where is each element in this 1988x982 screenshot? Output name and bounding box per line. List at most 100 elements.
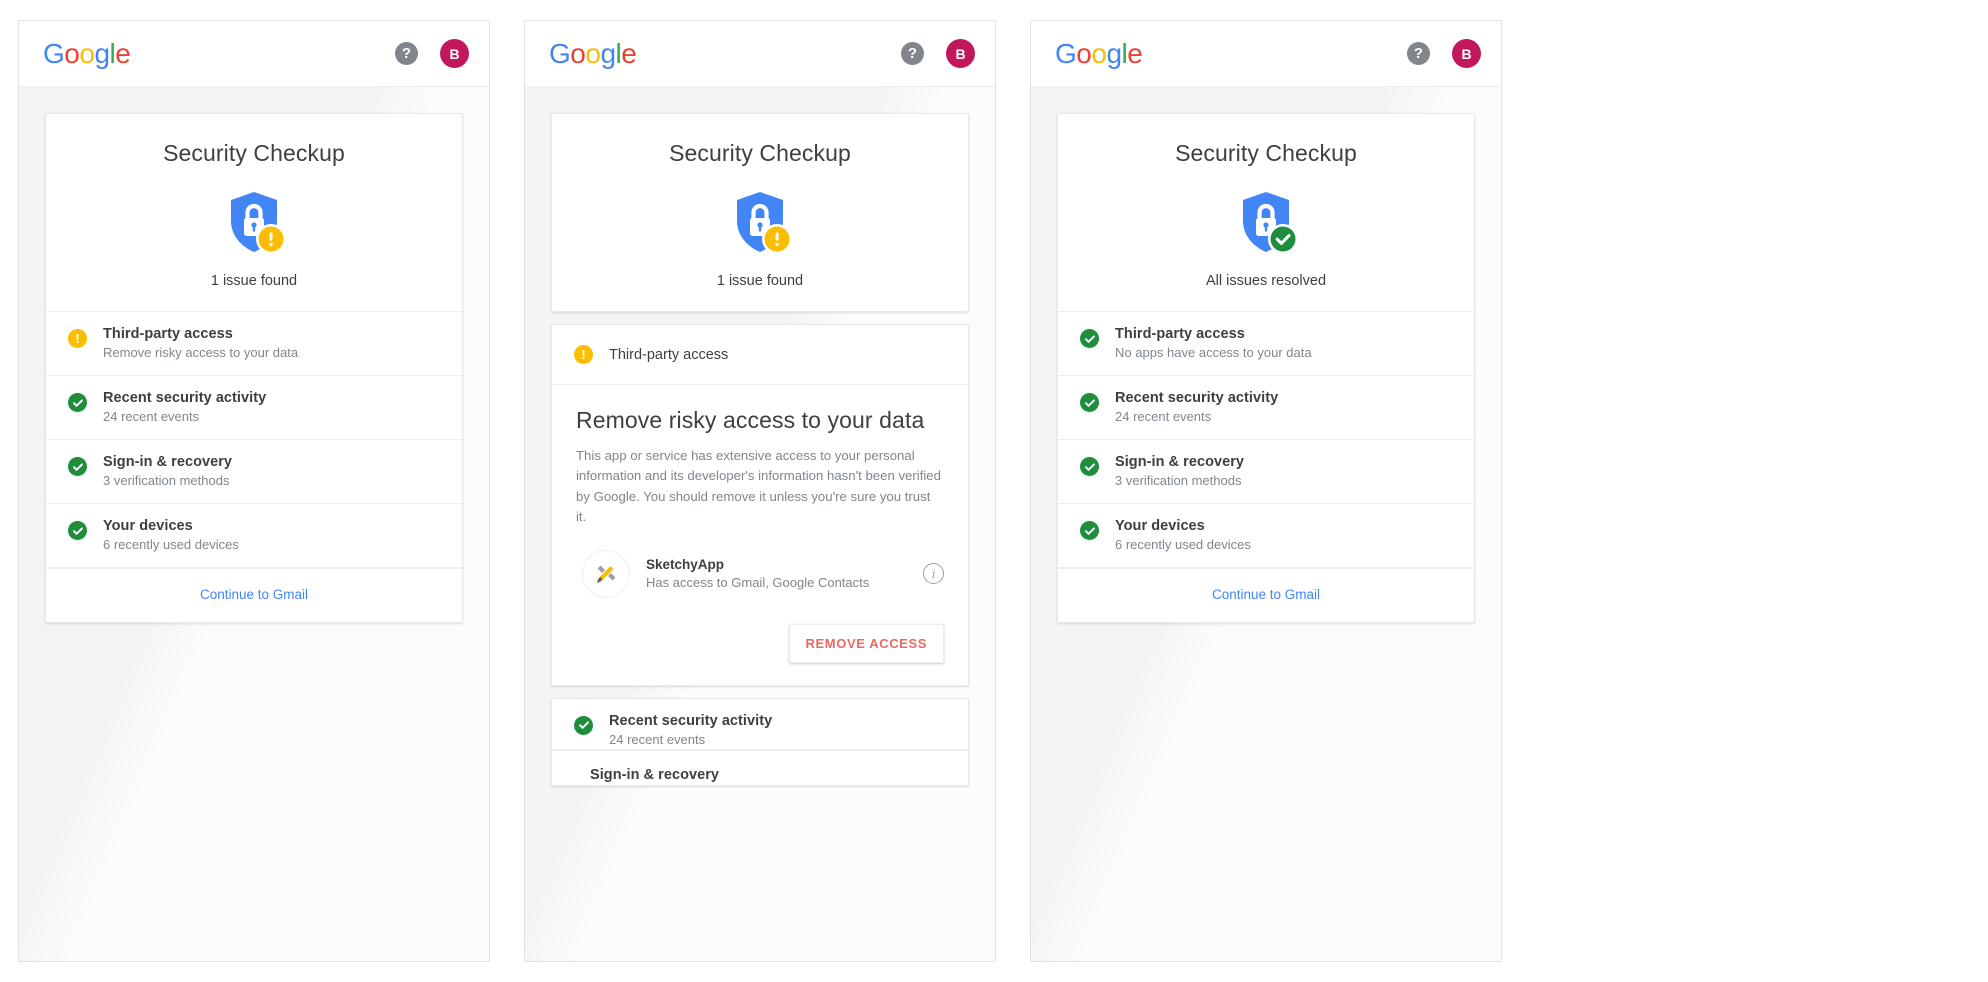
row-text: Sign-in & recovery 3 verification method… (1115, 454, 1244, 488)
row-status (68, 457, 87, 476)
help-icon[interactable]: ? (1407, 42, 1430, 65)
checklist-row-signin-recovery[interactable]: Sign-in & recovery (552, 749, 968, 785)
row-description: 24 recent events (609, 731, 706, 747)
page-title: Security Checkup (163, 140, 345, 166)
shield-success-icon (1229, 185, 1303, 259)
top-bar-actions: ? B (1407, 39, 1481, 68)
top-bar: Google ? B (525, 21, 995, 87)
row-text: Third-party access No apps have access t… (1115, 326, 1312, 360)
logo-letter-e: e (1127, 37, 1143, 69)
app-scope: Has access to Gmail, Google Contacts (646, 575, 870, 591)
remove-access-button[interactable]: REMOVE ACCESS (788, 623, 944, 663)
top-bar: Google ? B (19, 21, 489, 87)
accordion-paragraph: This app or service has extensive access… (576, 448, 941, 525)
continue-to-gmail-link[interactable]: Continue to Gmail (1212, 587, 1320, 602)
row-status: ! (68, 329, 87, 348)
warning-glyph: ! (75, 330, 80, 346)
checklist-row-third-party-access[interactable]: Third-party access No apps have access t… (1058, 312, 1474, 376)
card-footer: Continue to Gmail (1058, 568, 1474, 622)
checklist-row-signin-recovery[interactable]: Sign-in & recovery 3 verification method… (1058, 440, 1474, 504)
checklist-row-recent-security-activity[interactable]: Recent security activity 24 recent event… (552, 698, 968, 750)
row-title: Sign-in & recovery (1115, 454, 1245, 470)
help-icon[interactable]: ? (901, 42, 924, 65)
google-logo: Google (43, 37, 131, 69)
logo-letter-o2: o (1091, 37, 1107, 69)
row-text: Sign-in & recovery 3 verification method… (103, 454, 232, 488)
row-text: Recent security activity 24 recent event… (103, 390, 266, 424)
row-description: 24 recent events (103, 409, 200, 424)
accordion-body: Remove risky access to your data This ap… (552, 385, 968, 685)
top-bar: Google ? B (1031, 21, 1501, 87)
avatar[interactable]: B (946, 39, 975, 68)
row-description: 6 recently used devices (1115, 537, 1251, 552)
check-icon (1080, 393, 1099, 412)
checklist-row-your-devices[interactable]: Your devices 6 recently used devices (1058, 504, 1474, 568)
third-party-access-accordion: ! Third-party access Remove risky access… (551, 324, 969, 686)
row-title: Third-party access (103, 326, 233, 342)
logo-letter-G: G (549, 37, 571, 69)
checklist-row-your-devices[interactable]: Your devices 6 recently used devices (46, 504, 462, 568)
checklist-row-third-party-access[interactable]: ! Third-party access Remove risky access… (46, 312, 462, 376)
hero-section: Security Checkup (46, 114, 462, 312)
row-status (574, 715, 593, 735)
accordion-header[interactable]: ! Third-party access (552, 325, 968, 385)
top-bar-actions: ? B (901, 39, 975, 68)
hero-section: Security Checkup (1058, 114, 1474, 312)
row-description: 3 verification methods (1115, 473, 1242, 488)
app-row[interactable]: SketchyApp Has access to Gmail, Google C… (576, 549, 944, 598)
row-description: No apps have access to your data (1115, 345, 1312, 360)
row-title: Your devices (1115, 518, 1205, 534)
panel-overview-issue: Google ? B Security Checkup 1 issue foun… (18, 20, 490, 962)
row-text: Your devices 6 recently used devices (103, 518, 239, 552)
logo-letter-G: G (43, 37, 65, 69)
logo-letter-o2: o (79, 37, 95, 69)
row-status (1080, 521, 1099, 540)
logo-letter-o1: o (1076, 37, 1092, 69)
hero-card: Security Checkup 1 issue found (551, 113, 969, 312)
logo-letter-o1: o (64, 37, 80, 69)
security-checkup-card: Security Checkup (45, 113, 463, 623)
check-icon (1080, 521, 1099, 540)
accordion-actions: REMOVE ACCESS (576, 623, 944, 663)
accordion-header-title: Third-party access (609, 346, 729, 363)
accordion-heading: Remove risky access to your data (576, 407, 925, 433)
row-text: Your devices 6 recently used devices (1115, 518, 1251, 552)
avatar[interactable]: B (440, 39, 469, 68)
google-logo: Google (1055, 37, 1143, 69)
continue-to-gmail-link[interactable]: Continue to Gmail (200, 587, 308, 602)
warning-icon: ! (574, 345, 593, 364)
row-status (1080, 457, 1099, 476)
row-description: 24 recent events (1115, 409, 1212, 424)
help-icon[interactable]: ? (395, 42, 418, 65)
panel-content: Security Checkup (525, 87, 995, 961)
panel-expanded-third-party: Google ? B Security Checkup 1 issue foun… (524, 20, 996, 962)
info-icon[interactable]: i (923, 563, 944, 585)
logo-letter-o1: o (570, 37, 586, 69)
hero-status-text: All issues resolved (1205, 273, 1327, 289)
row-description: 6 recently used devices (103, 537, 239, 552)
panel-overview-resolved: Google ? B Security Checkup All issues r… (1030, 20, 1502, 962)
row-title: Your devices (103, 518, 193, 534)
app-meta: SketchyApp Has access to Gmail, Google C… (646, 557, 869, 590)
avatar[interactable]: B (1452, 39, 1481, 68)
check-icon (68, 393, 87, 412)
row-status (1080, 329, 1099, 348)
row-status (68, 521, 87, 540)
check-icon (68, 457, 87, 476)
warning-glyph: ! (581, 346, 586, 362)
row-title: Recent security activity (1115, 390, 1279, 406)
hero-section: Security Checkup (552, 114, 968, 311)
checklist-row-signin-recovery[interactable]: Sign-in & recovery 3 verification method… (46, 440, 462, 504)
logo-letter-g: g (600, 37, 616, 69)
warning-icon: ! (68, 329, 87, 348)
row-title: Sign-in & recovery (103, 454, 233, 470)
row-text: Recent security activity 24 recent event… (1115, 390, 1278, 424)
top-bar-actions: ? B (395, 39, 469, 68)
checklist-row-recent-security-activity[interactable]: Recent security activity 24 recent event… (46, 376, 462, 440)
checklist-row-recent-security-activity[interactable]: Recent security activity 24 recent event… (1058, 376, 1474, 440)
card-footer: Continue to Gmail (46, 568, 462, 622)
card-gap (551, 312, 969, 324)
security-checkup-card: Security Checkup (1057, 113, 1475, 623)
row-title: Third-party access (1115, 326, 1245, 342)
row-status (1080, 393, 1099, 412)
